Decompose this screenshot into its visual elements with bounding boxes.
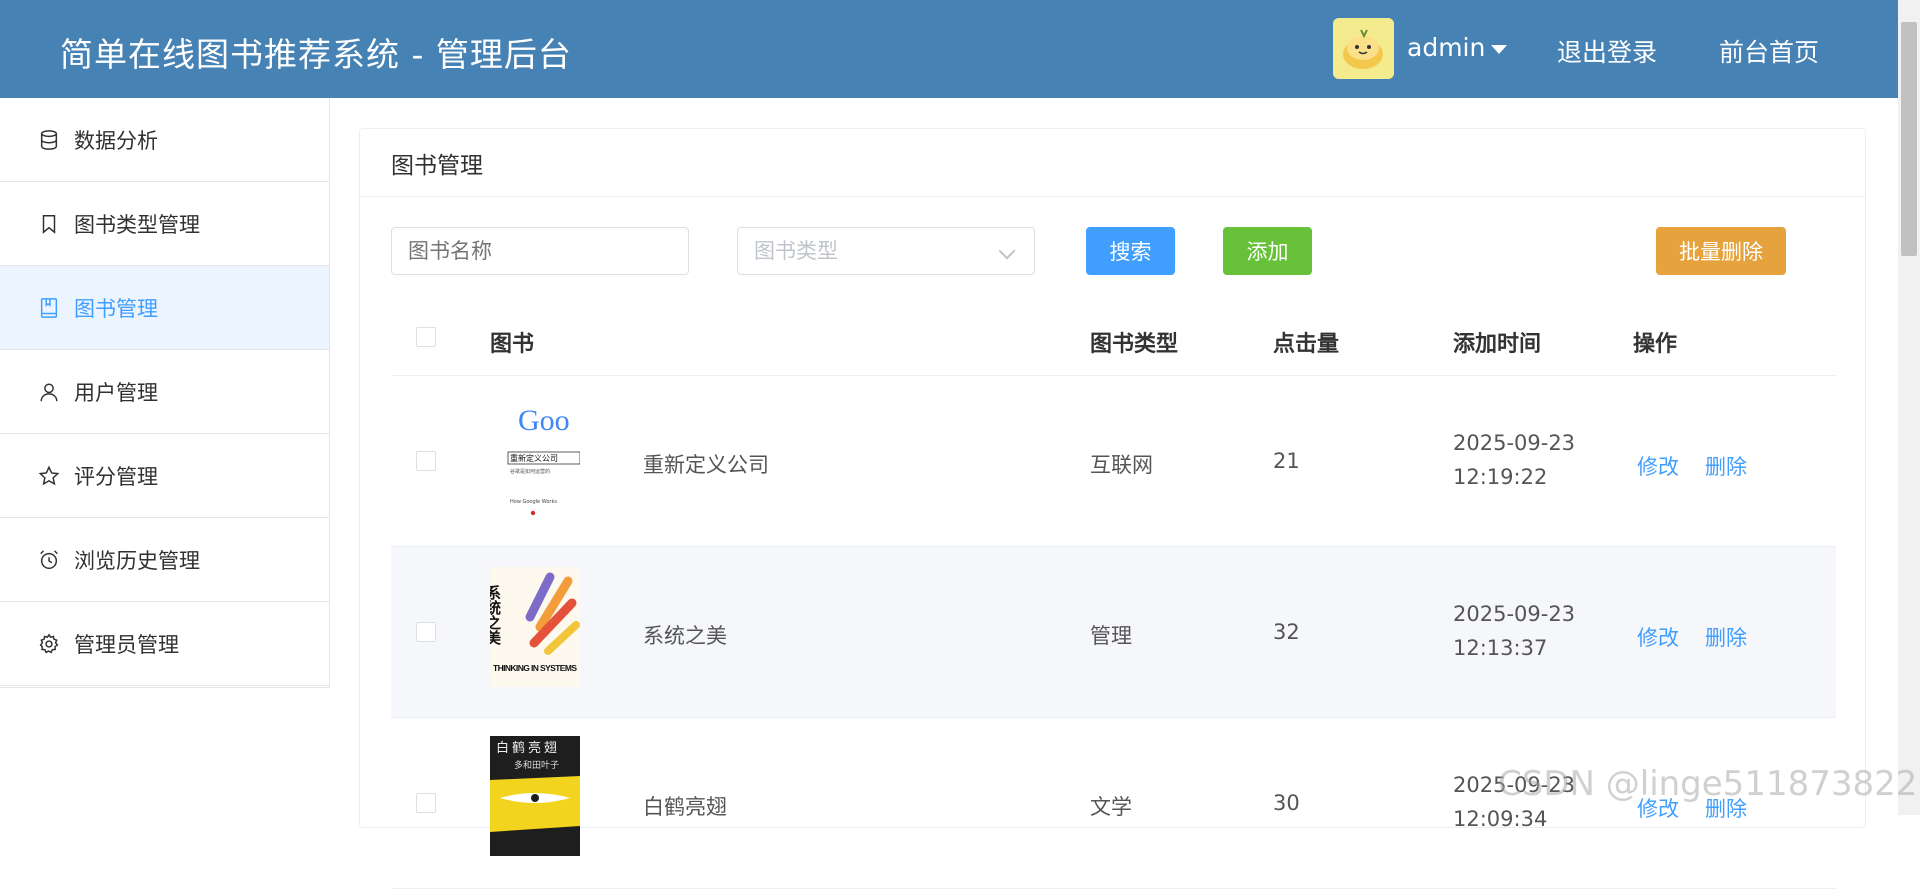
row-checkbox[interactable] (416, 622, 436, 642)
sidebar-item-label: 浏览历史管理 (74, 548, 200, 573)
column-header-clicks: 点击量 (1273, 332, 1340, 357)
cover-title: 系统之美 (490, 585, 502, 646)
click-count: 32 (1273, 620, 1300, 644)
sidebar-item-label: 数据分析 (74, 128, 158, 153)
sidebar-item-data-analysis[interactable]: 数据分析 (0, 98, 329, 182)
username-dropdown[interactable]: admin (1407, 33, 1485, 62)
batch-delete-button[interactable]: 批量删除 (1656, 227, 1786, 275)
book-cover-image: Goo 重新定义公司 谷歌是如何运营的 How Google Works (490, 400, 580, 520)
avatar[interactable] (1333, 18, 1394, 79)
sidebar-item-ratings[interactable]: 评分管理 (0, 434, 329, 518)
gear-icon (39, 633, 59, 653)
cover-subtitle: 谷歌是如何运营的 (510, 468, 550, 475)
column-header-ops: 操作 (1633, 332, 1678, 357)
book-cover-image: 系统之美 THINKING IN SYSTEMS (490, 567, 580, 687)
book-cover-image: 白鹤亮翅 多和田叶子 (490, 736, 580, 856)
user-icon (40, 382, 58, 401)
added-date: 2025-09-23 (1453, 602, 1576, 626)
database-icon (40, 129, 58, 150)
column-header-book: 图书 (490, 332, 535, 357)
book-type-select[interactable]: 图书类型 (737, 227, 1035, 275)
book-name: 白鹤亮翅 (643, 795, 727, 819)
column-header-time: 添加时间 (1453, 332, 1542, 357)
table-header: 图书 图书类型 点击量 添加时间 操作 (391, 301, 1836, 376)
book-name: 系统之美 (643, 624, 727, 648)
click-count: 21 (1273, 449, 1300, 473)
column-header-type: 图书类型 (1090, 332, 1179, 357)
click-count: 30 (1273, 791, 1300, 815)
row-checkbox[interactable] (416, 451, 436, 471)
delete-link[interactable]: 删除 (1705, 451, 1747, 481)
app-title: 简单在线图书推荐系统 - 管理后台 (60, 35, 572, 74)
sidebar-item-label: 评分管理 (74, 464, 158, 489)
sidebar-item-history[interactable]: 浏览历史管理 (0, 518, 329, 602)
sidebar-item-label: 管理员管理 (74, 632, 179, 657)
chevron-down-icon[interactable] (1491, 45, 1507, 54)
top-header: 简单在线图书推荐系统 - 管理后台 admin 退出登录 前台首页 (0, 0, 1898, 98)
bookmark-icon (42, 214, 56, 234)
cover-english-title: THINKING IN SYSTEMS (493, 663, 577, 673)
edit-link[interactable]: 修改 (1637, 451, 1679, 481)
book-management-card: 图书管理 图书类型 搜索 添加 批量删除 图书 图书类型 点击量 添加时间 操作… (359, 128, 1866, 889)
card-title: 图书管理 (360, 129, 1865, 197)
sidebar-item-admins[interactable]: 管理员管理 (0, 602, 329, 686)
added-time: 12:13:37 (1453, 636, 1548, 660)
star-icon (38, 465, 60, 485)
cover-english-title: How Google Works (510, 499, 557, 505)
sidebar-item-books[interactable]: 图书管理 (0, 266, 329, 350)
added-time: 12:19:22 (1453, 465, 1548, 489)
book-name-input[interactable] (391, 227, 689, 275)
watermark: CSDN @linge511873822 (1498, 764, 1918, 804)
cover-subtitle: 多和田叶子 (514, 759, 559, 771)
delete-link[interactable]: 删除 (1705, 622, 1747, 652)
book-type: 文学 (1090, 795, 1132, 819)
cover-logo: Goo (518, 404, 570, 437)
scrollbar-thumb[interactable] (1901, 22, 1917, 256)
logout-link[interactable]: 退出登录 (1557, 33, 1657, 69)
sidebar-item-users[interactable]: 用户管理 (0, 350, 329, 434)
book-type: 管理 (1090, 624, 1132, 648)
book-type: 互联网 (1090, 453, 1153, 477)
sidebar-item-label: 图书管理 (74, 296, 158, 321)
scrollbar[interactable] (1898, 0, 1920, 815)
book-name: 重新定义公司 (643, 453, 769, 477)
book-type-placeholder: 图书类型 (754, 239, 838, 263)
search-button[interactable]: 搜索 (1086, 227, 1175, 275)
cover-title: 白鹤亮翅 (496, 740, 560, 756)
edit-link[interactable]: 修改 (1637, 622, 1679, 652)
added-date: 2025-09-23 (1453, 431, 1576, 455)
row-checkbox[interactable] (416, 793, 436, 813)
table-row: Goo 重新定义公司 谷歌是如何运营的 How Google Works 重新定… (391, 376, 1836, 547)
cover-title: 重新定义公司 (510, 453, 558, 463)
sidebar-item-book-type[interactable]: 图书类型管理 (0, 182, 329, 266)
alarm-clock-icon (40, 549, 58, 569)
added-time: 12:09:34 (1453, 807, 1548, 831)
frontend-home-link[interactable]: 前台首页 (1719, 33, 1819, 69)
select-all-checkbox[interactable] (416, 327, 436, 347)
sidebar-item-label: 图书类型管理 (74, 212, 200, 237)
sidebar-item-label: 用户管理 (74, 380, 158, 405)
table-row: 系统之美 THINKING IN SYSTEMS 系统之美 管理 32 2025… (391, 547, 1836, 718)
book-icon (40, 297, 58, 318)
add-button[interactable]: 添加 (1223, 227, 1312, 275)
sidebar-menu: 数据分析 图书类型管理 图书管理 用户管理 评分管理 浏览历史管理 管理员管理 (0, 98, 330, 688)
